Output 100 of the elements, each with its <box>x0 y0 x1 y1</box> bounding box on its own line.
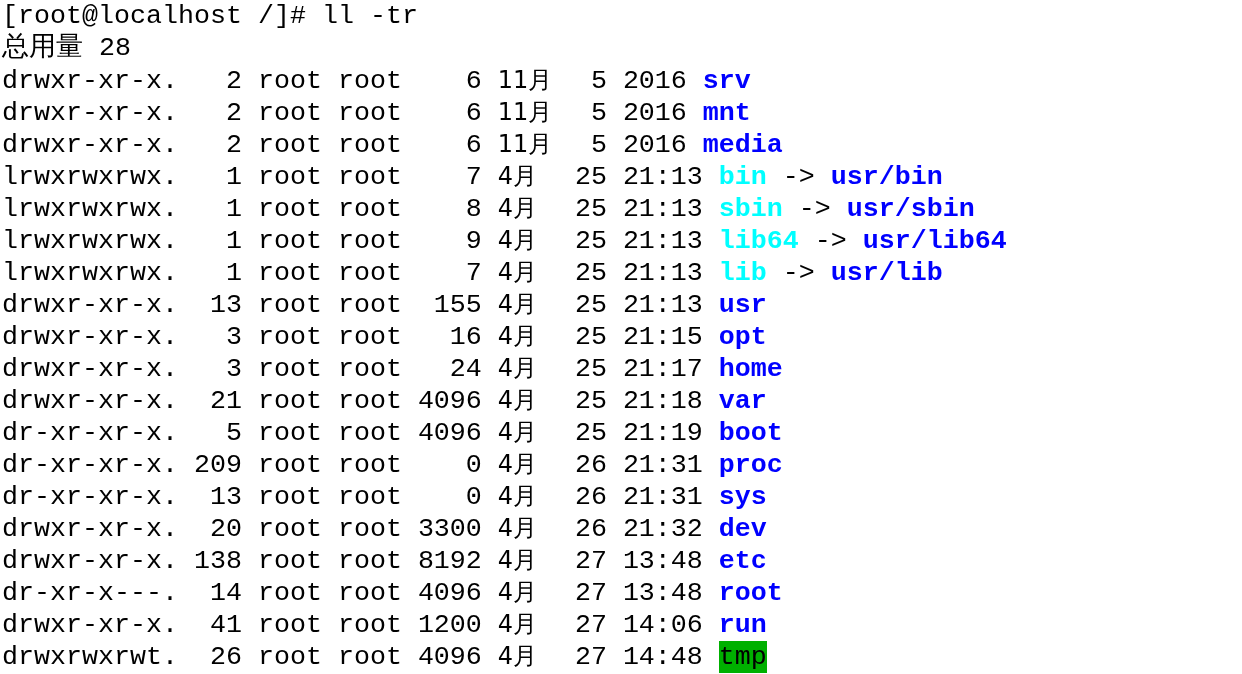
month: 4月 <box>497 578 538 606</box>
group: root <box>337 225 402 257</box>
day: 25 <box>574 257 607 289</box>
time: 21:13 <box>622 257 703 289</box>
file-size: 0 <box>464 449 482 481</box>
group: root <box>337 577 402 609</box>
permissions: drwxr-xr-x. <box>2 353 178 385</box>
group: root <box>337 97 402 129</box>
group: root <box>337 257 402 289</box>
day: 25 <box>574 225 607 257</box>
permissions: drwxr-xr-x. <box>2 513 178 545</box>
file-size: 8 <box>464 193 482 225</box>
file-size: 9 <box>464 225 482 257</box>
file-size: 3300 <box>417 513 482 545</box>
month: 4月 <box>497 642 538 670</box>
file-size: 1200 <box>417 609 482 641</box>
group: root <box>337 161 402 193</box>
month: 4月 <box>497 290 538 318</box>
link-count: 20 <box>208 513 242 545</box>
day: 25 <box>574 161 607 193</box>
month: 4月 <box>497 514 538 542</box>
command-prompt: [root@localhost /]# ll -tr <box>2 0 418 32</box>
link-target: usr/bin <box>830 161 943 193</box>
time: 21:15 <box>622 321 703 353</box>
day: 26 <box>574 513 607 545</box>
owner: root <box>257 513 322 545</box>
symlink-arrow: -> <box>782 257 815 289</box>
link-count: 21 <box>208 385 242 417</box>
month: 4月 <box>497 226 538 254</box>
day: 25 <box>574 193 607 225</box>
month: 4月 <box>497 418 538 446</box>
permissions: lrwxrwxrwx. <box>2 257 178 289</box>
owner: root <box>257 225 322 257</box>
group: root <box>337 449 402 481</box>
file-size: 24 <box>448 353 482 385</box>
month: 4月 <box>497 610 538 638</box>
permissions: lrwxrwxrwx. <box>2 161 178 193</box>
day: 27 <box>574 609 607 641</box>
owner: root <box>257 641 322 673</box>
file-name: boot <box>718 417 783 449</box>
time: 21:13 <box>622 225 703 257</box>
file-size: 6 <box>464 129 482 161</box>
day: 26 <box>574 449 607 481</box>
file-name: lib64 <box>718 225 799 257</box>
file-name: mnt <box>702 97 751 129</box>
symlink-arrow: -> <box>814 225 847 257</box>
file-size: 4096 <box>417 641 482 673</box>
month: 4月 <box>497 194 538 222</box>
day: 25 <box>574 321 607 353</box>
file-name: proc <box>718 449 783 481</box>
file-name: usr <box>718 289 767 321</box>
file-name: dev <box>718 513 767 545</box>
month: 4月 <box>497 450 538 478</box>
permissions: dr-xr-xr-x. <box>2 449 178 481</box>
month: 11月 <box>497 66 553 94</box>
owner: root <box>257 129 322 161</box>
file-name: root <box>718 577 783 609</box>
owner: root <box>257 161 322 193</box>
link-count: 3 <box>224 353 242 385</box>
group: root <box>337 481 402 513</box>
time: 14:48 <box>622 641 703 673</box>
owner: root <box>257 289 322 321</box>
file-name: tmp <box>718 641 767 673</box>
link-count: 1 <box>224 225 242 257</box>
day: 25 <box>574 417 607 449</box>
link-count: 2 <box>224 97 242 129</box>
link-target: usr/sbin <box>846 193 975 225</box>
link-count: 14 <box>208 577 242 609</box>
month: 11月 <box>497 98 553 126</box>
owner: root <box>257 609 322 641</box>
month: 4月 <box>497 258 538 286</box>
file-size: 6 <box>464 65 482 97</box>
time: 2016 <box>622 65 687 97</box>
owner: root <box>257 65 322 97</box>
file-name: opt <box>718 321 767 353</box>
file-name: home <box>718 353 783 385</box>
time: 2016 <box>622 129 687 161</box>
file-size: 7 <box>464 257 482 289</box>
link-count: 13 <box>208 289 242 321</box>
time: 21:31 <box>622 481 703 513</box>
file-size: 6 <box>464 97 482 129</box>
owner: root <box>257 577 322 609</box>
group: root <box>337 417 402 449</box>
file-size: 4096 <box>417 417 482 449</box>
owner: root <box>257 321 322 353</box>
owner: root <box>257 449 322 481</box>
owner: root <box>257 385 322 417</box>
file-name: bin <box>718 161 767 193</box>
time: 21:17 <box>622 353 703 385</box>
link-target: usr/lib64 <box>862 225 1007 257</box>
group: root <box>337 385 402 417</box>
file-name: run <box>718 609 767 641</box>
owner: root <box>257 353 322 385</box>
link-count: 26 <box>208 641 242 673</box>
permissions: drwxr-xr-x. <box>2 65 178 97</box>
month: 4月 <box>497 354 538 382</box>
month: 4月 <box>497 546 538 574</box>
owner: root <box>257 545 322 577</box>
time: 13:48 <box>622 577 703 609</box>
file-size: 4096 <box>417 577 482 609</box>
